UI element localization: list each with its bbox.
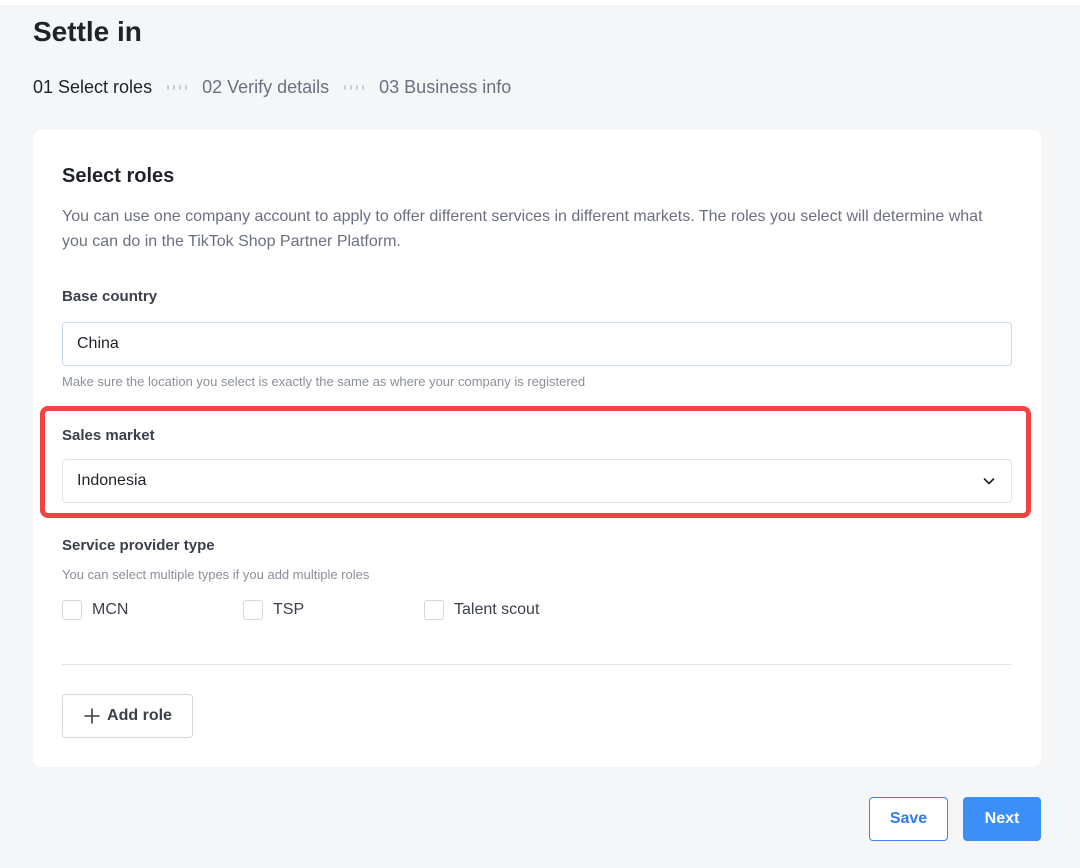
step-verify-details[interactable]: 02 Verify details xyxy=(202,77,329,98)
step-separator xyxy=(167,84,188,90)
sales-market-select[interactable]: Indonesia xyxy=(62,459,1012,503)
plus-icon xyxy=(84,708,100,724)
step-select-roles[interactable]: 01 Select roles xyxy=(33,77,152,98)
checkbox-label: TSP xyxy=(273,601,305,618)
section-title: Select roles xyxy=(62,165,175,187)
stepper: 01 Select roles 02 Verify details 03 Bus… xyxy=(33,76,511,98)
checkbox-label: Talent scout xyxy=(454,601,540,618)
checkbox-box[interactable] xyxy=(243,600,263,620)
add-role-button[interactable]: Add role xyxy=(62,694,193,738)
step-business-info[interactable]: 03 Business info xyxy=(379,77,511,98)
checkbox-tsp[interactable]: TSP xyxy=(243,600,304,620)
base-country-hint: Make sure the location you select is exa… xyxy=(62,374,586,389)
checkbox-box[interactable] xyxy=(424,600,444,620)
divider xyxy=(62,664,1012,665)
checkbox-mcn[interactable]: MCN xyxy=(62,600,128,620)
section-description: You can use one company account to apply… xyxy=(62,208,983,250)
sales-market-value: Indonesia xyxy=(77,472,147,489)
next-button[interactable]: Next xyxy=(963,797,1041,841)
select-roles-card: Select roles You can use one company acc… xyxy=(33,130,1041,767)
base-country-label: Base country xyxy=(62,288,158,305)
top-bar xyxy=(0,0,1080,5)
checkbox-talent-scout[interactable]: Talent scout xyxy=(424,600,539,620)
page-title: Settle in xyxy=(33,16,142,47)
chevron-down-icon xyxy=(983,478,995,485)
step-separator xyxy=(344,84,365,90)
service-provider-hint: You can select multiple types if you add… xyxy=(62,567,370,582)
sales-market-label: Sales market xyxy=(62,427,155,444)
base-country-input[interactable]: China xyxy=(62,322,1012,366)
checkbox-box[interactable] xyxy=(62,600,82,620)
add-role-label: Add role xyxy=(107,707,172,724)
save-button[interactable]: Save xyxy=(869,797,948,841)
service-provider-label: Service provider type xyxy=(62,537,215,554)
base-country-value: China xyxy=(77,335,119,352)
checkbox-label: MCN xyxy=(92,601,129,618)
